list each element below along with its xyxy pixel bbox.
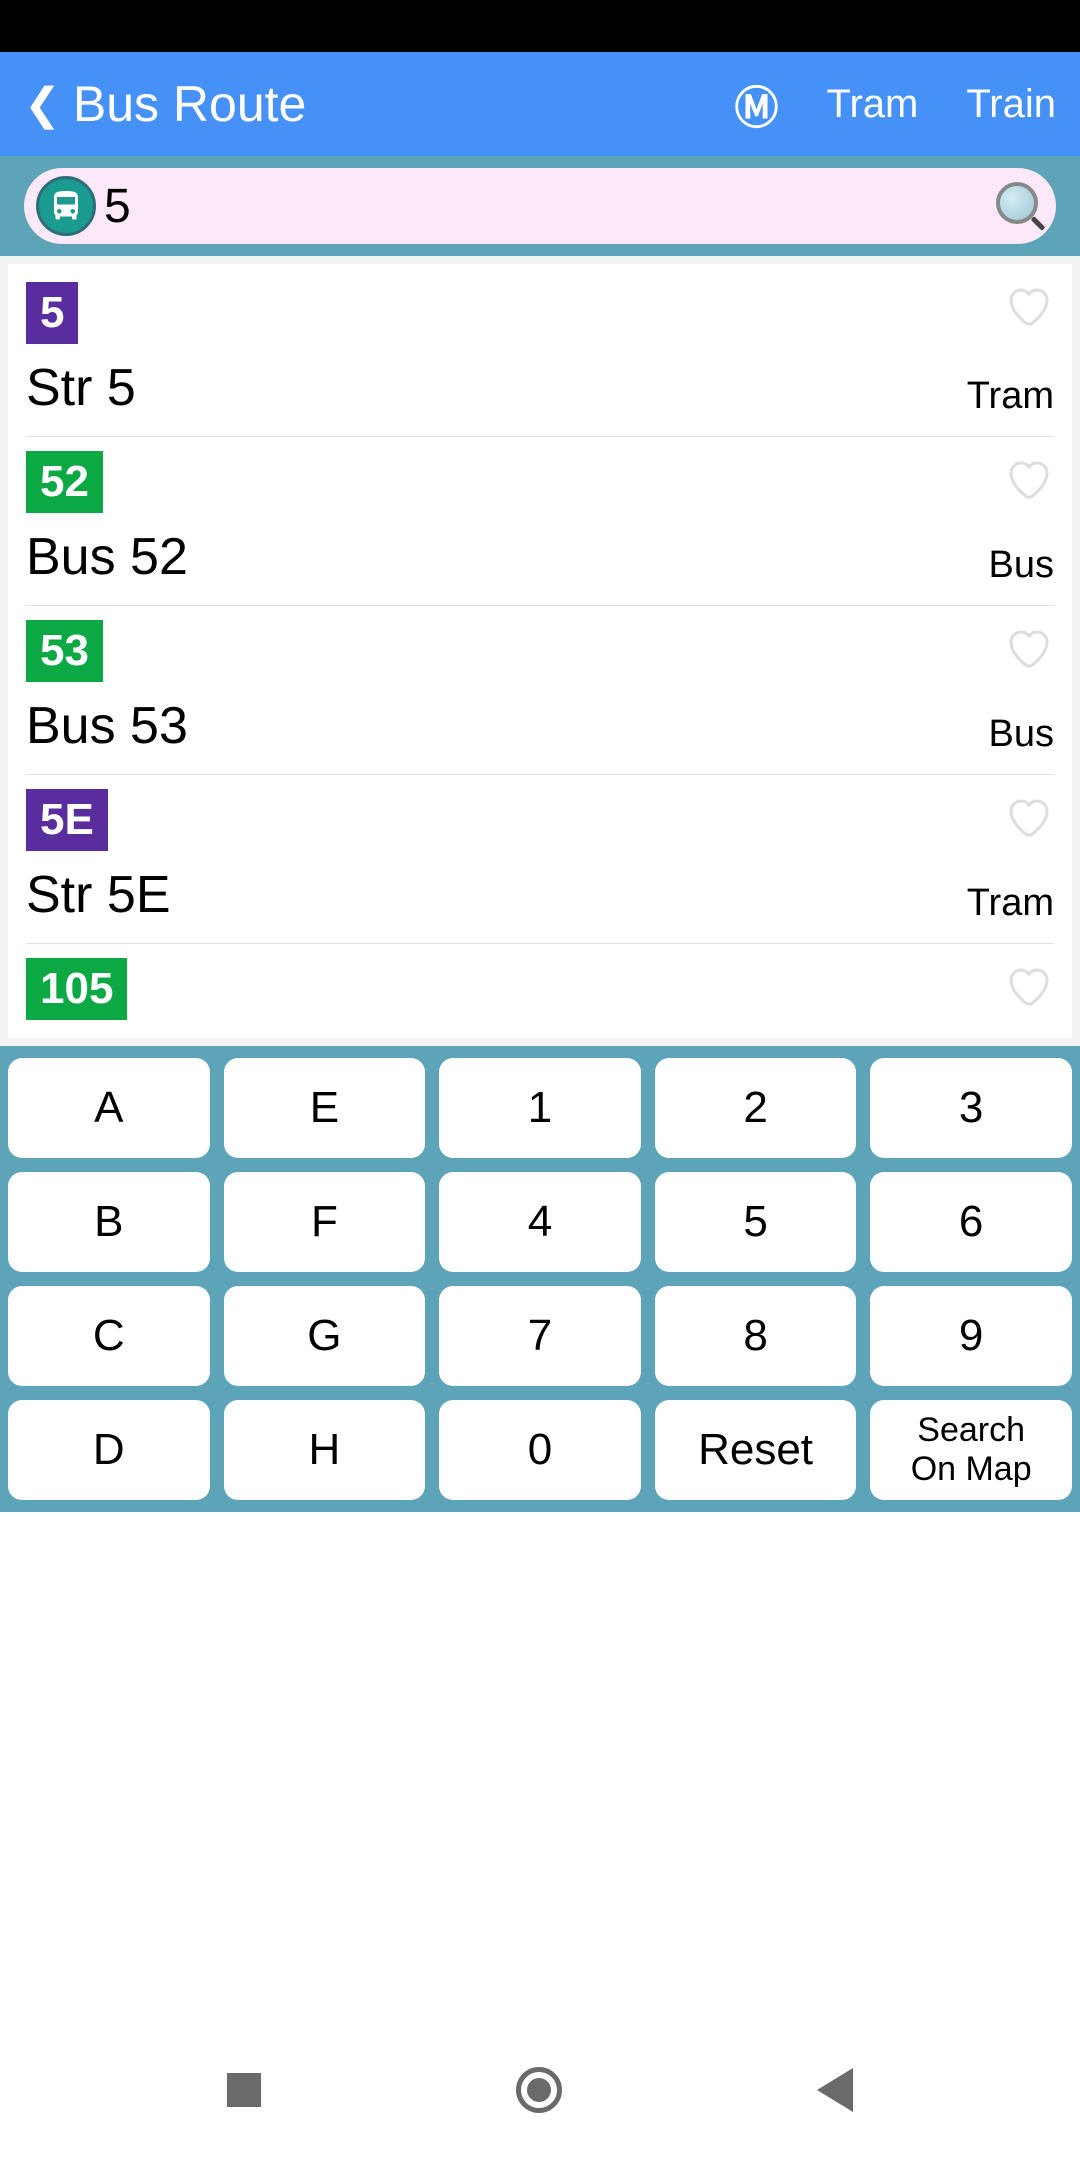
bus-icon — [36, 176, 96, 236]
result-row[interactable]: 5 Str 5 Tram — [26, 264, 1054, 437]
key-a[interactable]: A — [8, 1058, 210, 1158]
result-row[interactable]: 105 — [26, 944, 1054, 1038]
key-6[interactable]: 6 — [870, 1172, 1072, 1272]
favorite-heart-icon[interactable] — [1000, 962, 1054, 1010]
back-chevron-icon[interactable]: ❮ — [24, 79, 61, 130]
search-wrapper: 5 — [0, 156, 1080, 256]
route-name: Str 5 — [26, 358, 1054, 418]
key-reset[interactable]: Reset — [655, 1400, 857, 1500]
key-d[interactable]: D — [8, 1400, 210, 1500]
key-search-on-map[interactable]: Search On Map — [870, 1400, 1072, 1500]
home-button[interactable] — [516, 2067, 562, 2113]
search-bar[interactable]: 5 — [24, 168, 1056, 244]
route-badge: 52 — [26, 451, 103, 513]
key-2[interactable]: 2 — [655, 1058, 857, 1158]
keyboard: A E 1 2 3 B F 4 5 6 C G 7 8 9 D H 0 Rese… — [0, 1046, 1080, 1512]
key-9[interactable]: 9 — [870, 1286, 1072, 1386]
route-type: Tram — [967, 375, 1054, 418]
key-e[interactable]: E — [224, 1058, 426, 1158]
back-button[interactable] — [817, 2068, 853, 2112]
key-0[interactable]: 0 — [439, 1400, 641, 1500]
favorite-heart-icon[interactable] — [1000, 793, 1054, 841]
key-g[interactable]: G — [224, 1286, 426, 1386]
route-name: Bus 52 — [26, 527, 1054, 587]
route-name: Str 5E — [26, 865, 1054, 925]
results-container: 5 Str 5 Tram 52 Bus 52 Bus 53 Bus 53 Bus… — [0, 256, 1080, 1046]
key-8[interactable]: 8 — [655, 1286, 857, 1386]
search-icon[interactable] — [996, 182, 1044, 230]
key-c[interactable]: C — [8, 1286, 210, 1386]
key-3[interactable]: 3 — [870, 1058, 1072, 1158]
app-header: ❮ Bus Route Ⓜ Tram Train — [0, 52, 1080, 156]
recent-apps-button[interactable] — [227, 2073, 261, 2107]
key-5[interactable]: 5 — [655, 1172, 857, 1272]
favorite-heart-icon[interactable] — [1000, 282, 1054, 330]
tram-link[interactable]: Tram — [827, 82, 919, 127]
route-badge: 53 — [26, 620, 103, 682]
result-row[interactable]: 53 Bus 53 Bus — [26, 606, 1054, 775]
key-1[interactable]: 1 — [439, 1058, 641, 1158]
favorite-heart-icon[interactable] — [1000, 624, 1054, 672]
status-bar — [0, 0, 1080, 52]
key-b[interactable]: B — [8, 1172, 210, 1272]
search-input[interactable]: 5 — [104, 179, 996, 234]
key-4[interactable]: 4 — [439, 1172, 641, 1272]
result-row[interactable]: 5E Str 5E Tram — [26, 775, 1054, 944]
results-list: 5 Str 5 Tram 52 Bus 52 Bus 53 Bus 53 Bus… — [8, 264, 1072, 1038]
route-badge: 5 — [26, 282, 78, 344]
header-actions: Ⓜ Tram Train — [735, 72, 1057, 136]
train-link[interactable]: Train — [966, 82, 1056, 127]
route-badge: 5E — [26, 789, 108, 851]
android-nav-bar — [0, 2020, 1080, 2160]
metro-icon[interactable]: Ⓜ — [735, 72, 779, 136]
key-7[interactable]: 7 — [439, 1286, 641, 1386]
route-badge: 105 — [26, 958, 127, 1020]
key-h[interactable]: H — [224, 1400, 426, 1500]
route-type: Bus — [989, 544, 1054, 587]
route-type: Bus — [989, 713, 1054, 756]
key-f[interactable]: F — [224, 1172, 426, 1272]
route-name: Bus 53 — [26, 696, 1054, 756]
route-type: Tram — [967, 882, 1054, 925]
page-title: Bus Route — [73, 75, 735, 133]
favorite-heart-icon[interactable] — [1000, 455, 1054, 503]
result-row[interactable]: 52 Bus 52 Bus — [26, 437, 1054, 606]
